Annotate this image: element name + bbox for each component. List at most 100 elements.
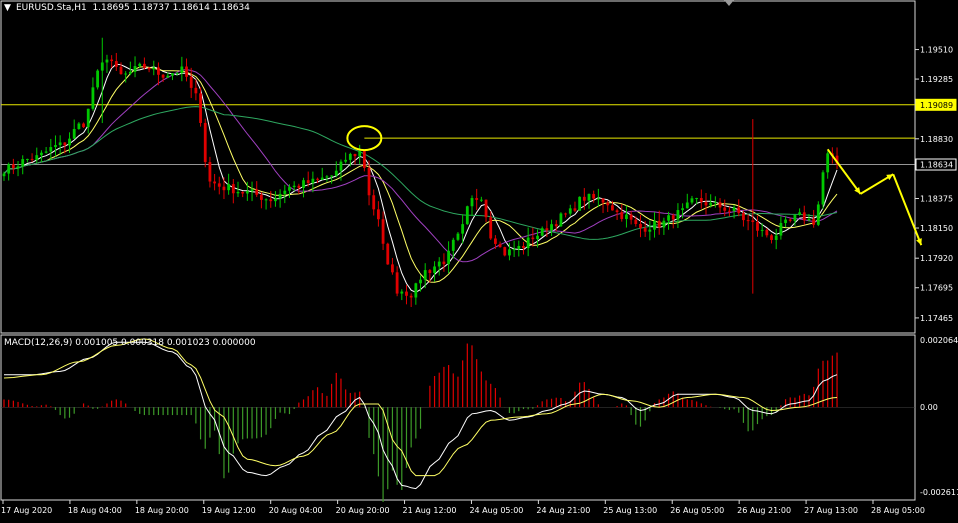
candle-body <box>133 66 137 72</box>
candle-body <box>91 87 95 109</box>
candle-body <box>353 153 357 157</box>
macd-panel <box>1 338 915 502</box>
macd-tick-label: 0.002064 <box>920 336 958 345</box>
candle-body <box>157 67 160 75</box>
candle-body <box>260 194 263 200</box>
candle <box>44 147 48 154</box>
candle-body <box>746 220 750 222</box>
candle-body <box>685 202 689 209</box>
candle <box>152 60 156 76</box>
candle-body <box>26 158 29 160</box>
candle-body <box>367 167 371 196</box>
macd-panel-border <box>0 334 916 501</box>
candle-body <box>671 215 675 220</box>
time-tick-label: 17 Aug 2020 <box>1 506 52 515</box>
candle <box>456 231 460 242</box>
candle-body <box>82 123 85 128</box>
time-tick-label: 28 Aug 05:00 <box>871 506 925 515</box>
candle <box>620 204 624 222</box>
candle-body <box>573 208 577 211</box>
candle <box>437 257 441 276</box>
candle <box>433 261 436 282</box>
forecast-arrow[interactable] <box>892 173 923 246</box>
candle <box>812 209 816 228</box>
moving-averages <box>3 63 838 293</box>
candle-body <box>695 198 699 200</box>
candle-body <box>320 177 324 180</box>
candle <box>774 228 778 250</box>
candle <box>788 218 792 223</box>
annotations[interactable] <box>346 125 923 246</box>
candle-body <box>339 161 343 171</box>
price-panel-border <box>0 0 916 334</box>
candle <box>40 150 43 163</box>
price-tag: 1.18634 <box>915 158 957 171</box>
candle <box>798 208 801 216</box>
candle-body <box>596 198 600 200</box>
candle <box>756 215 759 237</box>
candle <box>606 200 610 213</box>
axes: 1.19510 1.19285 1.18830 1.18375 1.18150 1.179… <box>1 46 958 515</box>
candle <box>58 135 62 156</box>
candle-body <box>400 291 404 294</box>
candle <box>217 176 221 195</box>
candle <box>699 189 703 209</box>
candle-body <box>774 235 778 240</box>
candle-body <box>643 228 647 232</box>
candle-body <box>615 210 619 213</box>
candle-body <box>461 224 465 234</box>
ma-long-line <box>3 106 838 240</box>
candle-body <box>625 214 628 220</box>
candle <box>784 215 787 228</box>
price-tick-label: 1.18375 <box>920 194 953 203</box>
candle-body <box>620 212 624 220</box>
candle <box>704 193 708 215</box>
candle <box>320 167 324 180</box>
candle <box>128 61 132 76</box>
chart-svg[interactable]: 1.19510 1.19285 1.18830 1.18375 1.18150 1.179… <box>0 0 958 519</box>
candle <box>484 199 488 223</box>
horizontal-levels[interactable] <box>1 104 915 165</box>
candle-body <box>114 61 118 67</box>
forecast-arrow[interactable] <box>859 173 894 195</box>
candle <box>264 198 268 210</box>
candle-body <box>227 184 231 191</box>
candle-body <box>578 196 582 211</box>
candle-body <box>381 219 385 244</box>
candle-body <box>437 261 441 267</box>
candle <box>648 220 652 241</box>
candle-body <box>180 66 184 74</box>
candle-body <box>442 261 446 265</box>
candle-body <box>68 138 71 146</box>
candle <box>82 122 85 129</box>
candle-body <box>348 153 352 160</box>
candle-body <box>316 178 319 180</box>
candle-body <box>582 196 586 201</box>
candle <box>395 266 399 297</box>
candle-body <box>667 215 670 221</box>
candle-body <box>512 249 516 251</box>
candle-body <box>161 74 165 78</box>
ma-medium-line <box>3 66 838 283</box>
candle <box>573 201 577 213</box>
candle-body <box>344 159 348 162</box>
candle <box>283 184 287 204</box>
candle-body <box>35 155 39 161</box>
candle-body <box>288 187 291 191</box>
candle <box>377 201 380 227</box>
candle-body <box>372 195 376 210</box>
price-tick-label: 1.18150 <box>920 224 953 233</box>
symbol-info: EURUSD.Sta,H1 1.18695 1.18737 1.18614 1.… <box>16 3 250 13</box>
candle-body <box>559 213 563 227</box>
forecast-arrow[interactable] <box>826 148 862 195</box>
ma-slow-line <box>3 69 838 263</box>
candle-body <box>812 218 816 225</box>
candle <box>11 158 15 175</box>
candle <box>391 257 394 275</box>
candle <box>835 147 839 170</box>
ma-fast-line <box>3 63 838 293</box>
candle-body <box>40 152 43 156</box>
candle-body <box>175 73 179 75</box>
candle <box>241 191 245 198</box>
candle-body <box>110 59 114 62</box>
